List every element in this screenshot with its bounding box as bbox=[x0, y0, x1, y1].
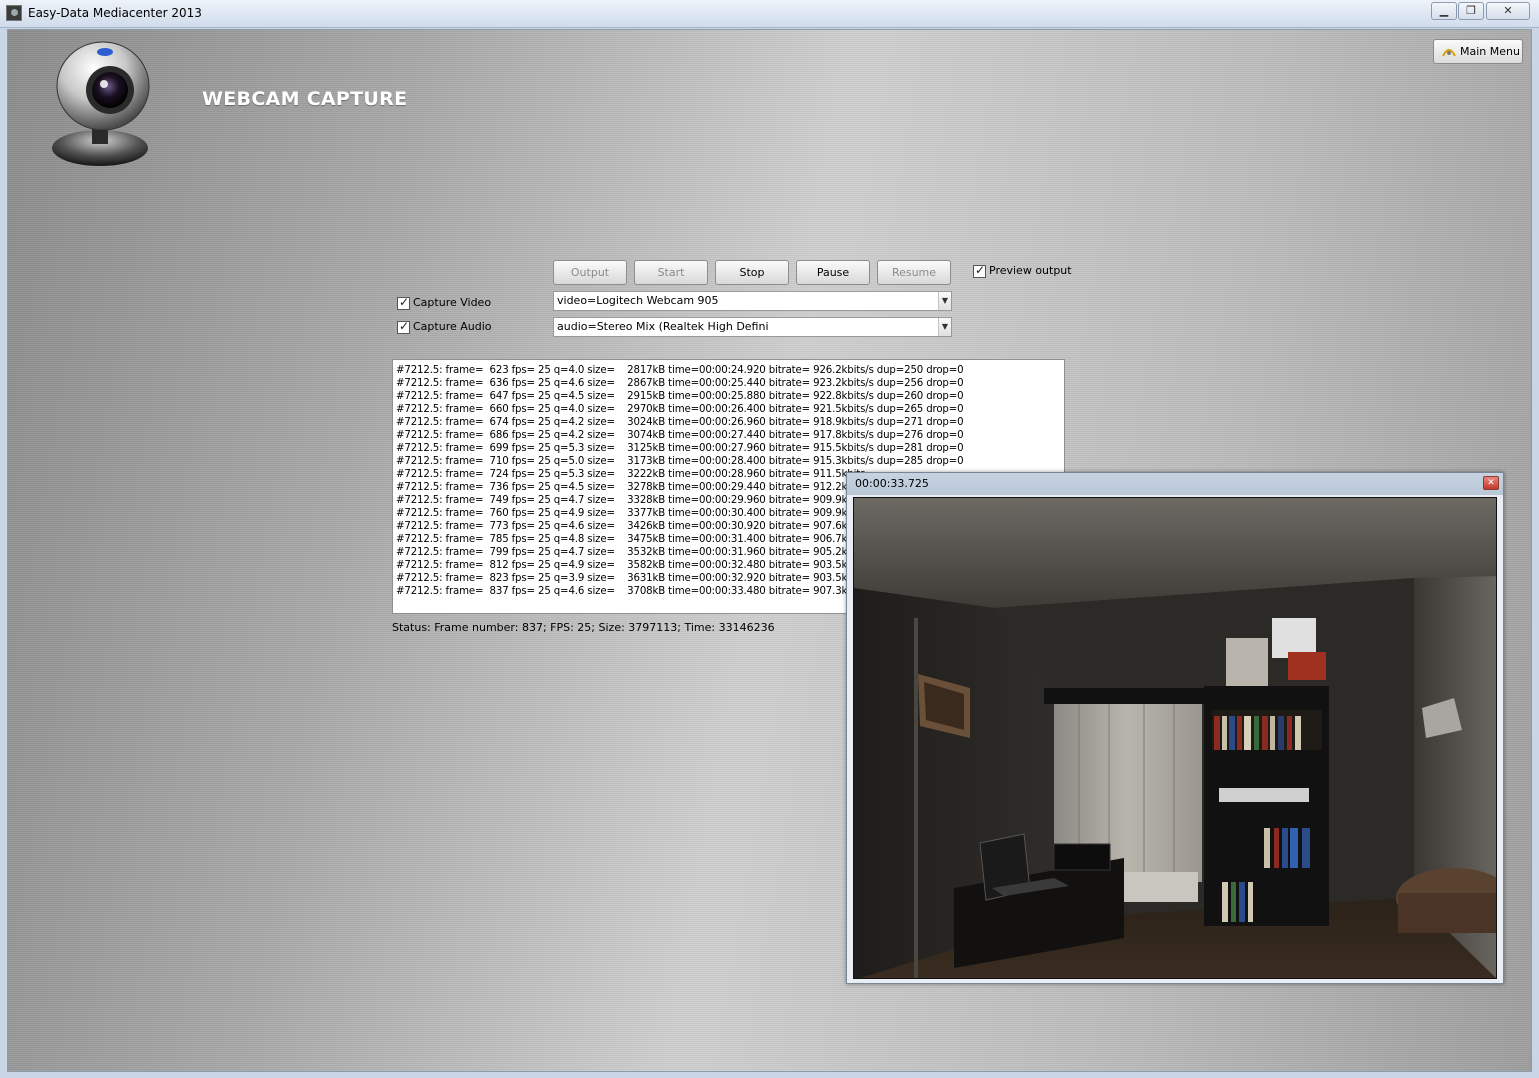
minimize-button[interactable]: ▁ bbox=[1431, 2, 1457, 20]
maximize-button[interactable]: ❐ bbox=[1458, 2, 1484, 20]
capture-audio-checkbox[interactable] bbox=[397, 319, 410, 334]
log-line: #7212.5: frame= 686 fps= 25 q=4.2 size= … bbox=[396, 430, 964, 441]
preview-titlebar[interactable]: 00:00:33.725 ✕ bbox=[847, 473, 1503, 495]
video-device-select[interactable]: video=Logitech Webcam 905 ▼ bbox=[553, 291, 952, 311]
status-text: Status: Frame number: 837; FPS: 25; Size… bbox=[392, 621, 775, 634]
audio-device-value: audio=Stereo Mix (Realtek High Defini bbox=[557, 320, 769, 333]
start-button[interactable]: Start bbox=[634, 260, 708, 285]
stop-button[interactable]: Stop bbox=[715, 260, 789, 285]
video-device-value: video=Logitech Webcam 905 bbox=[557, 294, 719, 307]
app-icon bbox=[6, 5, 22, 21]
home-icon bbox=[1442, 49, 1456, 57]
page-title: WEBCAM CAPTURE bbox=[202, 88, 408, 110]
main-menu-label: Main Menu bbox=[1460, 45, 1520, 58]
preview-window[interactable]: 00:00:33.725 ✕ bbox=[846, 472, 1504, 984]
chevron-down-icon[interactable]: ▼ bbox=[938, 318, 951, 336]
log-line: #7212.5: frame= 710 fps= 25 q=5.0 size= … bbox=[396, 456, 964, 467]
capture-video-checkbox[interactable] bbox=[397, 295, 410, 310]
close-window-button[interactable]: ✕ bbox=[1486, 2, 1530, 20]
webcam-video-frame bbox=[853, 497, 1497, 979]
capture-audio-label: Capture Audio bbox=[413, 320, 492, 333]
log-line: #7212.5: frame= 623 fps= 25 q=4.0 size= … bbox=[396, 365, 964, 376]
output-button[interactable]: Output bbox=[553, 260, 627, 285]
resume-button[interactable]: Resume bbox=[877, 260, 951, 285]
log-line: #7212.5: frame= 636 fps= 25 q=4.6 size= … bbox=[396, 378, 964, 389]
preview-close-button[interactable]: ✕ bbox=[1483, 476, 1499, 490]
preview-output-checkbox[interactable] bbox=[973, 263, 986, 278]
webcam-scene-image bbox=[854, 498, 1496, 978]
log-line: #7212.5: frame= 647 fps= 25 q=4.5 size= … bbox=[396, 391, 964, 402]
capture-video-label: Capture Video bbox=[413, 296, 492, 309]
log-line: #7212.5: frame= 699 fps= 25 q=5.3 size= … bbox=[396, 443, 964, 454]
window-title: Easy-Data Mediacenter 2013 bbox=[28, 6, 202, 20]
audio-device-select[interactable]: audio=Stereo Mix (Realtek High Defini ▼ bbox=[553, 317, 952, 337]
log-line: #7212.5: frame= 674 fps= 25 q=4.2 size= … bbox=[396, 417, 964, 428]
preview-output-label: Preview output bbox=[989, 264, 1072, 277]
chevron-down-icon[interactable]: ▼ bbox=[938, 292, 951, 310]
log-line: #7212.5: frame= 660 fps= 25 q=4.0 size= … bbox=[396, 404, 964, 415]
pause-button[interactable]: Pause bbox=[796, 260, 870, 285]
preview-timestamp: 00:00:33.725 bbox=[855, 477, 929, 490]
webcam-logo-icon bbox=[52, 41, 150, 166]
main-menu-button[interactable]: Main Menu bbox=[1433, 39, 1523, 64]
window-titlebar: Easy-Data Mediacenter 2013 ▁ ❐ ✕ bbox=[0, 0, 1539, 28]
